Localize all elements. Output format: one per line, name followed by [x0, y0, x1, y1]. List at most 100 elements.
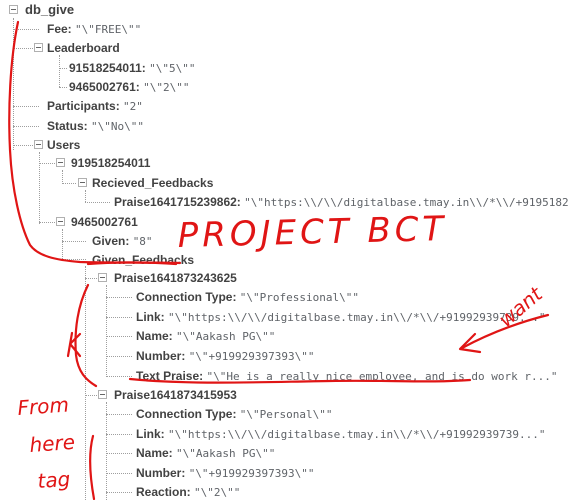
tree-node-connection-type[interactable]: Connection Type: "\"Personal\""	[136, 405, 333, 423]
tree-connector	[62, 229, 63, 259]
tree-connector	[106, 492, 132, 493]
tree-node-leaderboard[interactable]: Leaderboard	[47, 39, 120, 57]
users-key: Users	[47, 138, 81, 152]
tree-connector	[59, 55, 60, 87]
tree-node-given[interactable]: Given: "8"	[92, 232, 153, 250]
tree-connector	[39, 163, 55, 164]
tree-connector	[106, 285, 107, 377]
tree-node-name[interactable]: Name: "\"Aakash PG\""	[136, 444, 275, 462]
tree-node-praise-1641873415953[interactable]: Praise1641873415953	[114, 386, 237, 404]
tree-connector	[85, 395, 97, 396]
fee-key: Fee:	[47, 22, 72, 36]
tree-node-root[interactable]: db_give	[25, 1, 74, 19]
tree-connector	[85, 190, 86, 202]
collapse-toggle-user-919518254011[interactable]	[56, 158, 65, 167]
tree-connector	[59, 87, 67, 88]
connection-type-value: "\"Professional\""	[239, 291, 360, 304]
tree-node-praise-1641873243625[interactable]: Praise1641873243625	[114, 269, 237, 287]
given-feedbacks-key: Given_Feedbacks	[92, 253, 195, 267]
recieved-feedbacks-key: Recieved_Feedbacks	[92, 176, 214, 190]
tree-node-number[interactable]: Number: "\"+919929397393\""	[136, 464, 315, 482]
tree-connector	[106, 414, 132, 415]
connection-type-key: Connection Type:	[136, 407, 237, 421]
number-value: "\"+919929397393\""	[188, 467, 315, 480]
link-value: "\"https:\\/\\/digitalbase.tmay.in\\/*\\…	[168, 311, 546, 324]
fee-value: "\"FREE\""	[75, 23, 142, 36]
tree-connector	[106, 297, 132, 298]
participants-value: "2"	[123, 100, 143, 113]
collapse-toggle-recieved-feedbacks[interactable]	[78, 178, 87, 187]
tree-connector	[106, 376, 132, 377]
user-key: 9465002761	[71, 215, 138, 229]
tree-node-leaderboard-entry[interactable]: 91518254011: "\"5\""	[69, 59, 195, 77]
tree-node-connection-type[interactable]: Connection Type: "\"Professional\""	[136, 288, 359, 306]
tree-connector	[106, 402, 107, 500]
tree-node-given-feedbacks[interactable]: Given_Feedbacks	[92, 251, 194, 269]
tree-connector	[13, 29, 39, 30]
link-key: Link:	[136, 310, 165, 324]
tree-connector	[13, 126, 39, 127]
leaderboard-entry-value: "\"5\""	[149, 62, 196, 75]
name-value: "\"Aakash PG\""	[176, 447, 276, 460]
tree-node-link[interactable]: Link: "\"https:\\/\\/digitalbase.tmay.in…	[136, 308, 546, 326]
tree-node-received-praise[interactable]: Praise1641715239862: "\"https:\\/\\/digi…	[114, 193, 569, 211]
tree-connector	[85, 278, 97, 279]
tree-node-fee[interactable]: Fee: "\"FREE\""	[47, 20, 141, 38]
collapse-toggle-users[interactable]	[34, 140, 43, 149]
received-praise-key: Praise1641715239862:	[114, 195, 241, 209]
collapse-toggle-praise-1641873243625[interactable]	[98, 273, 107, 282]
status-key: Status:	[47, 119, 88, 133]
connection-type-key: Connection Type:	[136, 290, 237, 304]
status-value: "\"No\""	[91, 120, 144, 133]
tree-connector	[13, 145, 33, 146]
reaction-value: "\"2\""	[194, 486, 241, 499]
given-value: "8"	[132, 235, 153, 248]
participants-key: Participants:	[47, 99, 120, 113]
tree-node-status[interactable]: Status: "\"No\""	[47, 117, 144, 135]
tree-node-text-praise[interactable]: Text Praise: "\"He is a really nice empl…	[136, 367, 558, 385]
collapse-toggle-db-give[interactable]	[9, 5, 18, 14]
name-value: "\"Aakash PG\""	[176, 330, 276, 343]
tree-connector	[62, 183, 76, 184]
number-value: "\"+919929397393\""	[188, 350, 315, 363]
name-key: Name:	[136, 329, 173, 343]
collapse-toggle-praise-1641873415953[interactable]	[98, 390, 107, 399]
tree-connector	[62, 241, 86, 242]
tree-connector	[62, 259, 86, 260]
leaderboard-entry-key: 9465002761:	[69, 80, 140, 94]
tree-node-users[interactable]: Users	[47, 136, 80, 154]
tree-node-link[interactable]: Link: "\"https:\\/\\/digitalbase.tmay.in…	[136, 425, 546, 443]
tree-connector	[13, 106, 39, 107]
tree-connector	[106, 317, 132, 318]
connection-type-value: "\"Personal\""	[239, 408, 333, 421]
text-praise-key: Text Praise:	[136, 369, 204, 383]
tree-node-recieved-feedbacks[interactable]: Recieved_Feedbacks	[92, 174, 213, 192]
tree-connector	[106, 453, 132, 454]
tree-connector	[106, 434, 132, 435]
collapse-toggle-leaderboard[interactable]	[34, 43, 43, 52]
praise-key: Praise1641873243625	[114, 271, 237, 285]
tree-connector	[59, 68, 67, 69]
collapse-toggle-user-9465002761[interactable]	[56, 217, 65, 226]
tree-node-reaction[interactable]: Reaction: "\"2\""	[136, 483, 240, 501]
leaderboard-key: Leaderboard	[47, 41, 120, 55]
leaderboard-entry-value: "\"2\""	[143, 81, 190, 94]
tree-connector	[106, 473, 132, 474]
tree-node-participants[interactable]: Participants: "2"	[47, 97, 143, 115]
tree-node-number[interactable]: Number: "\"+919929397393\""	[136, 347, 315, 365]
received-praise-value: "\"https:\\/\\/digitalbase.tmay.in\\/*\\…	[244, 196, 569, 209]
leaderboard-entry-key: 91518254011:	[69, 61, 146, 75]
tree-node-leaderboard-entry[interactable]: 9465002761: "\"2\""	[69, 78, 189, 96]
database-tree: db_give Fee: "\"FREE\"" Leaderboard 9151…	[0, 0, 569, 500]
user-key: 919518254011	[71, 156, 151, 170]
given-key: Given:	[92, 234, 130, 248]
number-key: Number:	[136, 349, 186, 363]
tree-connector	[106, 336, 132, 337]
tree-connector	[85, 266, 86, 500]
tree-node-name[interactable]: Name: "\"Aakash PG\""	[136, 327, 275, 345]
tree-node-user-9465002761[interactable]: 9465002761	[71, 213, 138, 231]
tree-connector	[106, 356, 132, 357]
tree-node-user-919518254011[interactable]: 919518254011	[71, 154, 150, 172]
tree-connector	[85, 202, 110, 203]
praise-key: Praise1641873415953	[114, 388, 237, 402]
